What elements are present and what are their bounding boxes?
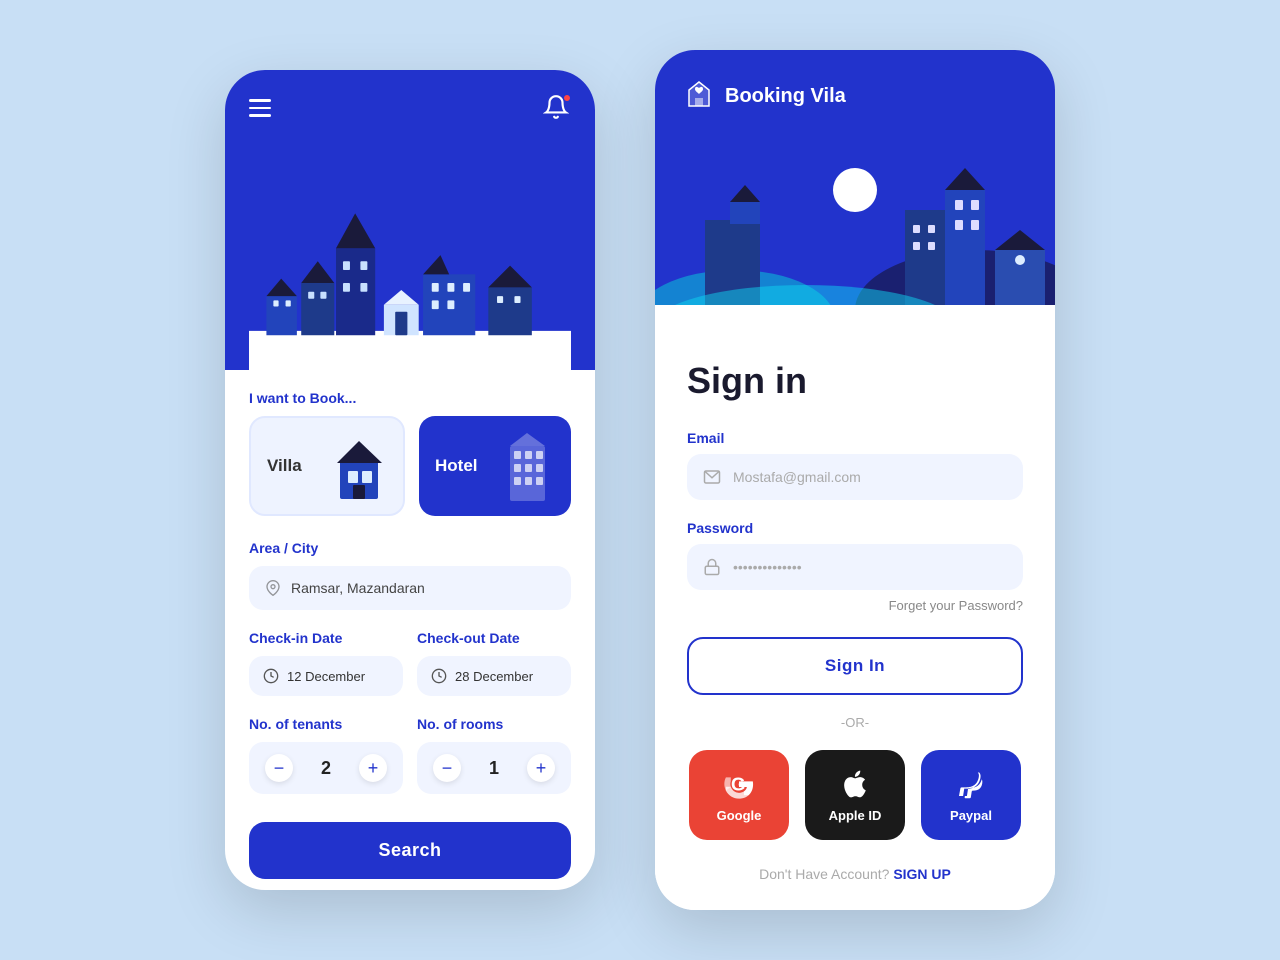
rooms-value: 1 (489, 758, 499, 779)
password-input-wrap (687, 544, 1023, 590)
apple-label: Apple ID (829, 808, 882, 823)
google-signin-button[interactable]: G Google (689, 750, 789, 840)
area-field[interactable]: Ramsar, Mazandaran (249, 566, 571, 610)
counter-row: No. of tenants − 2 + No. of rooms − 1 + (249, 716, 571, 794)
book-type-label: I want to Book... (249, 390, 571, 406)
checkout-value: 28 December (455, 669, 533, 684)
checkin-label: Check-in Date (249, 630, 403, 646)
paypal-label: Paypal (950, 808, 992, 823)
tenants-counter: − 2 + (249, 742, 403, 794)
area-value: Ramsar, Mazandaran (291, 580, 425, 596)
date-row: Check-in Date 12 December Check-out Date (249, 630, 571, 696)
area-label: Area / City (249, 540, 571, 556)
header-icons (249, 94, 571, 122)
apple-signin-button[interactable]: Apple ID (805, 750, 905, 840)
checkin-value: 12 December (287, 669, 365, 684)
svg-text:G: G (731, 773, 746, 794)
google-label: Google (717, 808, 762, 823)
email-input[interactable] (733, 469, 1007, 485)
tenants-value: 2 (321, 758, 331, 779)
phone-content-left: I want to Book... Villa Hotel (225, 370, 595, 890)
or-divider: -OR- (687, 715, 1023, 730)
password-label: Password (687, 520, 1023, 536)
notification-icon[interactable] (543, 94, 571, 122)
checkout-label: Check-out Date (417, 630, 571, 646)
right-header: Booking Vila (655, 50, 1055, 330)
brand-row: Booking Vila (683, 78, 1027, 115)
rooms-decrement[interactable]: − (433, 754, 461, 782)
area-group: Area / City Ramsar, Mazandaran (249, 540, 571, 610)
left-phone: I want to Book... Villa Hotel (225, 70, 595, 890)
city-illustration-right (655, 130, 1055, 330)
no-account-text: Don't Have Account? (759, 866, 889, 882)
hotel-label: Hotel (435, 456, 478, 476)
rooms-increment[interactable]: + (527, 754, 555, 782)
notification-dot (563, 94, 571, 102)
email-input-wrap (687, 454, 1023, 500)
left-header (225, 70, 595, 370)
book-cards: Villa Hotel (249, 416, 571, 516)
signin-button[interactable]: Sign In (687, 637, 1023, 695)
signup-link[interactable]: SIGN UP (893, 866, 951, 882)
hotel-card[interactable]: Hotel (419, 416, 571, 516)
password-input[interactable] (733, 559, 1007, 575)
menu-icon[interactable] (249, 99, 271, 117)
rooms-group: No. of rooms − 1 + (417, 716, 571, 794)
right-phone: Booking Vila (655, 50, 1055, 910)
tenants-increment[interactable]: + (359, 754, 387, 782)
checkin-field[interactable]: 12 December (249, 656, 403, 696)
checkout-group: Check-out Date 28 December (417, 630, 571, 696)
rooms-label: No. of rooms (417, 716, 571, 732)
rooms-counter: − 1 + (417, 742, 571, 794)
tenants-decrement[interactable]: − (265, 754, 293, 782)
villa-label: Villa (267, 456, 302, 476)
social-row: G Google Apple ID Paypal (687, 750, 1023, 840)
tenants-label: No. of tenants (249, 716, 403, 732)
checkout-field[interactable]: 28 December (417, 656, 571, 696)
brand-name: Booking Vila (725, 85, 846, 108)
brand-logo (683, 78, 715, 115)
search-button[interactable]: Search (249, 822, 571, 879)
paypal-signin-button[interactable]: Paypal (921, 750, 1021, 840)
email-label: Email (687, 430, 1023, 446)
forget-password-link[interactable]: Forget your Password? (687, 598, 1023, 613)
city-illustration-left (249, 132, 571, 370)
checkin-group: Check-in Date 12 December (249, 630, 403, 696)
signin-title: Sign in (687, 360, 1023, 402)
villa-card[interactable]: Villa (249, 416, 405, 516)
tenants-group: No. of tenants − 2 + (249, 716, 403, 794)
signup-row: Don't Have Account? SIGN UP (687, 866, 1023, 882)
signin-form: Sign in Email Password Forget your Passw… (655, 330, 1055, 910)
